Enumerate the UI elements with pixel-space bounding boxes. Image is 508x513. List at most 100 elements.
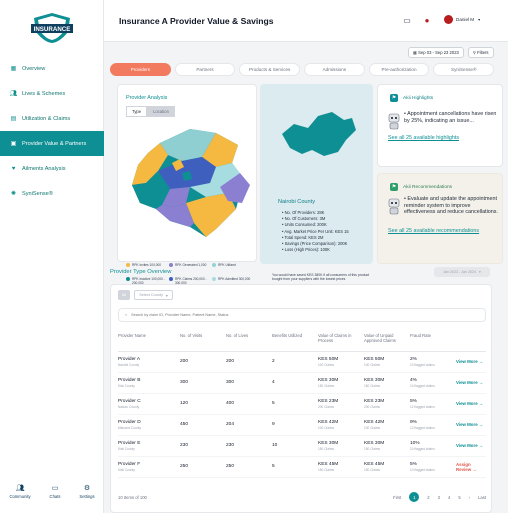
provider-county: Kisii County bbox=[118, 446, 135, 451]
col-action bbox=[456, 333, 486, 352]
chat-icon[interactable]: ▭ bbox=[402, 15, 412, 25]
cell-benefits: 4 bbox=[272, 372, 318, 394]
fraud-rate: 5% bbox=[410, 461, 417, 467]
insurance-logo[interactable]: INSURANCE bbox=[30, 12, 74, 44]
item-count: 10 Items of 100 bbox=[118, 494, 147, 500]
unpaid-value: KES 30M bbox=[364, 377, 385, 383]
settings-button[interactable]: ⚙ Settings bbox=[79, 484, 94, 499]
highlights-title: Akii Highlights bbox=[403, 95, 434, 101]
col-lives: No. of Lives bbox=[226, 333, 272, 352]
pager-page-3[interactable]: 3 bbox=[438, 495, 440, 500]
kenya-map[interactable] bbox=[120, 123, 256, 239]
recommendation-text: • Evaluate and update the appointment re… bbox=[404, 196, 498, 216]
search-icon: ⌕ bbox=[125, 313, 128, 317]
notification-bell-icon[interactable]: ● bbox=[422, 15, 432, 25]
fraud-rate: 9% bbox=[410, 419, 417, 425]
tab-products-services[interactable]: Products & Services bbox=[239, 63, 301, 76]
legend-label: RPK Utilized bbox=[218, 263, 236, 267]
unpaid-count: 150 Claims bbox=[364, 383, 380, 388]
table-filters: All Select County ▾ bbox=[118, 290, 173, 300]
unpaid-count: 100 Claims bbox=[364, 425, 380, 430]
sidebar-item-synisense[interactable]: ✺ SyniSense® bbox=[0, 181, 104, 206]
sidebar-item-overview[interactable]: ▦ Overview bbox=[0, 56, 104, 81]
settings-label: Settings bbox=[79, 494, 95, 499]
table-footer: 10 Items of 100 First 1 2 3 4 5 › Last bbox=[118, 492, 486, 502]
unpaid-value: KES 45M bbox=[364, 461, 385, 467]
pager-last[interactable]: Last bbox=[478, 495, 486, 500]
tab-partners[interactable]: Partners bbox=[174, 63, 236, 76]
sidebar-item-ailments[interactable]: ♥ Ailments Analysis bbox=[0, 156, 104, 181]
cell-unpaid: KES 23M 200 Claims bbox=[364, 393, 410, 415]
cell-benefits: 5 bbox=[272, 456, 318, 478]
table-row: Provider B Kisii County 300 300 4 KES 30M… bbox=[118, 372, 486, 394]
see-all-highlights-link[interactable]: See all 25 available highlights bbox=[388, 135, 459, 141]
filter-all-button[interactable]: All bbox=[118, 290, 131, 300]
tab-pre-authorization[interactable]: Pre-authorization bbox=[368, 63, 430, 76]
select-county-dropdown[interactable]: Select County ▾ bbox=[134, 290, 173, 300]
sparkle-icon: ✺ bbox=[10, 191, 17, 197]
pager-page-5[interactable]: 5 bbox=[458, 495, 460, 500]
cell-lives: 204 bbox=[226, 414, 272, 436]
sidebar-item-utilization-claims[interactable]: ▤ Utilization & Claims bbox=[0, 106, 104, 131]
view-more-link[interactable]: View More → bbox=[456, 351, 486, 373]
pager-first[interactable]: First bbox=[393, 495, 401, 500]
provider-type-date-select[interactable]: Jan 2023 - Jan 2024 ▾ bbox=[434, 267, 490, 277]
cell-claims: KES 30M 150 Claims bbox=[318, 435, 364, 457]
user-menu[interactable]: Daniel M ▾ bbox=[444, 15, 480, 24]
unpaid-count: 150 Claims bbox=[364, 467, 380, 472]
flagged-claims: 10 flagged claims bbox=[410, 446, 435, 451]
claims-value: KES 23M bbox=[318, 398, 339, 404]
sidebar-nav: ▦ Overview 👥︎ Lives & Schemes ▤ Utilization… bbox=[0, 56, 104, 206]
tab-synisense[interactable]: SyniSense® bbox=[433, 63, 495, 76]
sidebar-item-lives-schemes[interactable]: 👥︎ Lives & Schemes bbox=[0, 81, 104, 106]
filters-button[interactable]: ⚲ Filters bbox=[467, 47, 494, 58]
cell-unpaid: KES 45M 150 Claims bbox=[364, 456, 410, 478]
search-input[interactable] bbox=[131, 313, 462, 317]
flagged-claims: 12 flagged claims bbox=[410, 425, 435, 430]
see-all-recommendations-link[interactable]: See all 25 available recommendations bbox=[388, 228, 479, 234]
filters-label: Filters bbox=[477, 50, 489, 55]
pager-page-2[interactable]: 2 bbox=[427, 495, 429, 500]
toggle-location[interactable]: Location bbox=[147, 106, 175, 117]
assign-review-link[interactable]: Assign Review → bbox=[456, 456, 486, 478]
view-more-link[interactable]: View More → bbox=[456, 414, 486, 436]
provider-name: Provider C bbox=[118, 398, 141, 404]
fraud-rate: 5% bbox=[410, 398, 417, 404]
view-more-link[interactable]: View More → bbox=[456, 372, 486, 394]
sidebar-item-provider-value[interactable]: ▣ Provider Value & Partners bbox=[0, 131, 104, 156]
pager-page-1[interactable]: 1 bbox=[409, 492, 420, 502]
grid-icon: ▦ bbox=[10, 66, 17, 72]
community-button[interactable]: 👥︎ Community bbox=[9, 484, 30, 499]
cell-provider: Provider B Kisii County bbox=[118, 372, 180, 394]
date-range-picker[interactable]: ▦ Sep 03 - Sep 23 2023 bbox=[408, 47, 464, 58]
col-claims-in-process: Value of Claims in Process bbox=[318, 333, 364, 352]
chevron-right-icon[interactable]: › bbox=[469, 495, 470, 500]
provider-name: Provider D bbox=[118, 419, 141, 425]
tab-admissions[interactable]: Admissions bbox=[304, 63, 365, 76]
sidebar-item-label: Provider Value & Partners bbox=[22, 140, 87, 147]
unpaid-value: KES 42M bbox=[364, 419, 385, 425]
provider-table: Provider Name No. of Visits No. of Lives… bbox=[118, 333, 486, 478]
cell-fraud: 10% 10 flagged claims bbox=[410, 435, 456, 457]
highlights-header: ⚑ Akii Highlights bbox=[390, 94, 433, 102]
page-title: Insurance A Provider Value & Savings bbox=[119, 16, 274, 26]
cell-fraud: 2% 10 flagged claims bbox=[410, 351, 456, 373]
tab-providers[interactable]: Providers bbox=[110, 63, 171, 76]
pager-page-4[interactable]: 4 bbox=[448, 495, 450, 500]
cell-benefits: 5 bbox=[272, 393, 318, 415]
toggle-type[interactable]: Type bbox=[126, 106, 148, 117]
unpaid-count: 200 Claims bbox=[364, 404, 380, 409]
view-more-link[interactable]: View More → bbox=[456, 435, 486, 457]
unpaid-count: 100 Claims bbox=[364, 362, 380, 367]
akii-highlights-card: ⚑ Akii Highlights • Appointment cancellat… bbox=[377, 84, 503, 167]
chat-icon: ▭ bbox=[51, 485, 59, 492]
legend-swatch bbox=[126, 263, 130, 267]
view-more-link[interactable]: View More → bbox=[456, 393, 486, 415]
chats-button[interactable]: ▭ Chats bbox=[50, 484, 61, 499]
robot-icon bbox=[388, 198, 400, 215]
cell-lives: 200 bbox=[226, 351, 272, 373]
provider-county: Makueni County bbox=[118, 425, 142, 430]
date-filter-bar: ▦ Sep 03 - Sep 23 2023 ⚲ Filters bbox=[408, 47, 494, 58]
sidebar-bottom: 👥︎ Community ▭ Chats ⚙ Settings bbox=[0, 484, 104, 499]
cell-provider: Provider F Kisii County bbox=[118, 456, 180, 478]
